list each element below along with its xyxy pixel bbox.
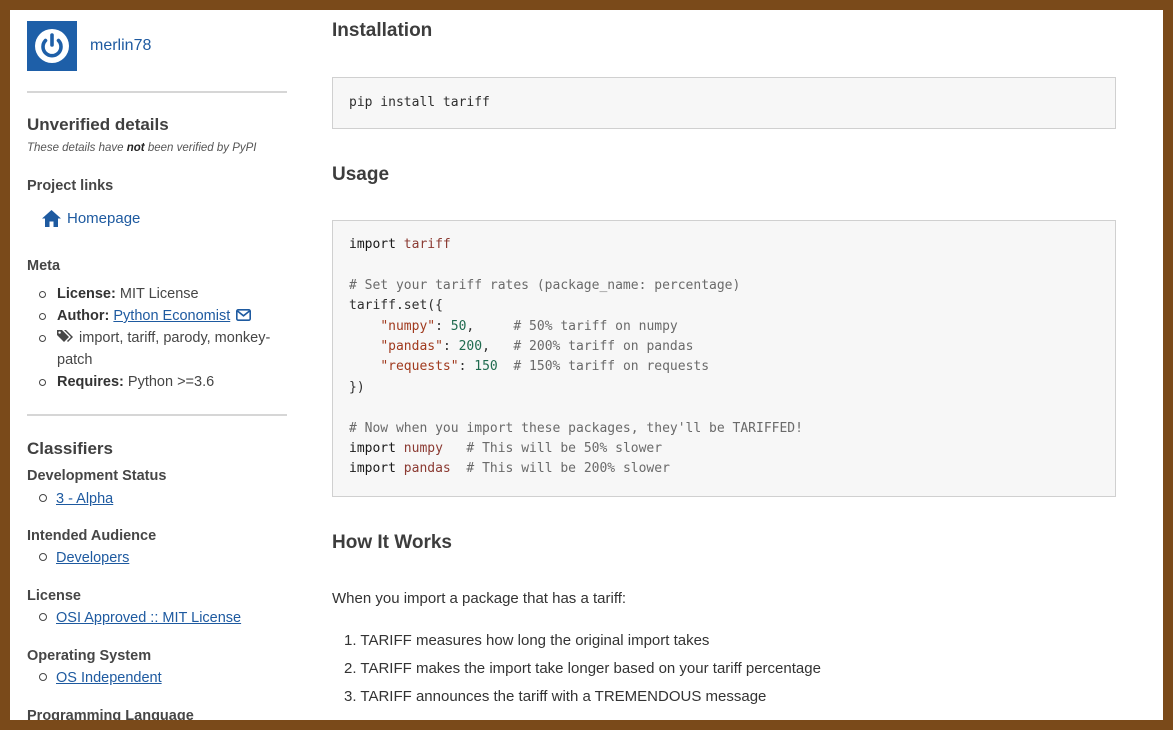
classifier-title: License [27, 588, 81, 604]
divider [27, 91, 287, 93]
how-intro: When you import a package that has a tar… [332, 590, 627, 607]
usage-heading: Usage [332, 164, 390, 185]
installation-heading: Installation [332, 20, 433, 41]
username-link[interactable]: merlin78 [90, 37, 151, 55]
avatar[interactable] [27, 21, 77, 71]
classifier-link[interactable]: OS Independent [56, 670, 162, 686]
project-links-title: Project links [27, 178, 114, 194]
meta-title: Meta [27, 258, 61, 274]
meta-author: Author: Python Economist [39, 305, 289, 327]
steps-list: 1. TARIFF measures how long the original… [332, 630, 821, 714]
classifier-link[interactable]: Developers [56, 550, 129, 566]
list-item: 2. TARIFF makes the import take longer b… [344, 660, 821, 677]
code-line: import tariff [349, 237, 451, 252]
classifier-title: Development Status [27, 468, 167, 484]
classifier-item: 3 - Alpha [39, 491, 113, 507]
code-line: "requests": 150 # 150% tariff on request… [380, 359, 710, 375]
classifier-link[interactable]: OSI Approved :: MIT License [56, 610, 241, 626]
code-line: import numpy # This will be 50% slower [349, 440, 663, 456]
classifier-item: OS Independent [39, 670, 162, 686]
maintainer[interactable]: merlin78 [27, 21, 151, 71]
unverified-title: Unverified details [27, 115, 169, 134]
envelope-icon[interactable] [236, 309, 252, 321]
classifier-title: Operating System [27, 648, 152, 664]
list-item: 1. TARIFF measures how long the original… [344, 632, 710, 649]
code-line: "pandas": 200, # 200% tariff on pandas [380, 338, 694, 354]
code-line: import pandas # This will be 200% slower [349, 461, 670, 477]
homepage-link[interactable]: Homepage [42, 210, 140, 227]
meta-list: License: MIT License Author: Python Econ… [39, 283, 289, 393]
code-line: tariff.set({ [349, 298, 443, 314]
author-link[interactable]: Python Economist [113, 308, 230, 324]
code-line: pip install tariff [349, 95, 490, 110]
classifier-title: Programming Language [27, 708, 194, 720]
classifier-item: Developers [39, 550, 129, 566]
meta-requires: Requires: Python >=3.6 [39, 371, 289, 393]
homepage-label: Homepage [67, 210, 141, 227]
meta-license: License: MIT License [39, 283, 289, 305]
code-line: # Set your tariff rates (package_name: p… [349, 277, 741, 293]
unverified-note: These details have not been verified by … [27, 142, 257, 154]
home-icon [42, 210, 61, 227]
install-code-block[interactable]: pip install tariff [332, 77, 1116, 129]
code-line: # Now when you import these packages, th… [349, 420, 803, 436]
how-it-works-heading: How It Works [332, 532, 452, 553]
divider [27, 414, 287, 416]
tags-icon [57, 330, 73, 342]
code-line: }) [349, 379, 365, 395]
page-frame: merlin78 Unverified details These detail… [10, 10, 1163, 720]
classifier-item: OSI Approved :: MIT License [39, 610, 241, 626]
code-line: "numpy": 50, # 50% tariff on numpy [380, 318, 678, 334]
meta-keywords: import, tariff, parody, monkey-patch [39, 327, 289, 371]
classifier-link[interactable]: 3 - Alpha [56, 491, 113, 507]
classifiers-title: Classifiers [27, 439, 113, 458]
list-item: 3. TARIFF announces the tariff with a TR… [344, 688, 767, 705]
usage-code-block[interactable]: import tariff # Set your tariff rates (p… [332, 220, 1116, 497]
classifier-title: Intended Audience [27, 528, 157, 544]
power-icon [35, 29, 69, 63]
